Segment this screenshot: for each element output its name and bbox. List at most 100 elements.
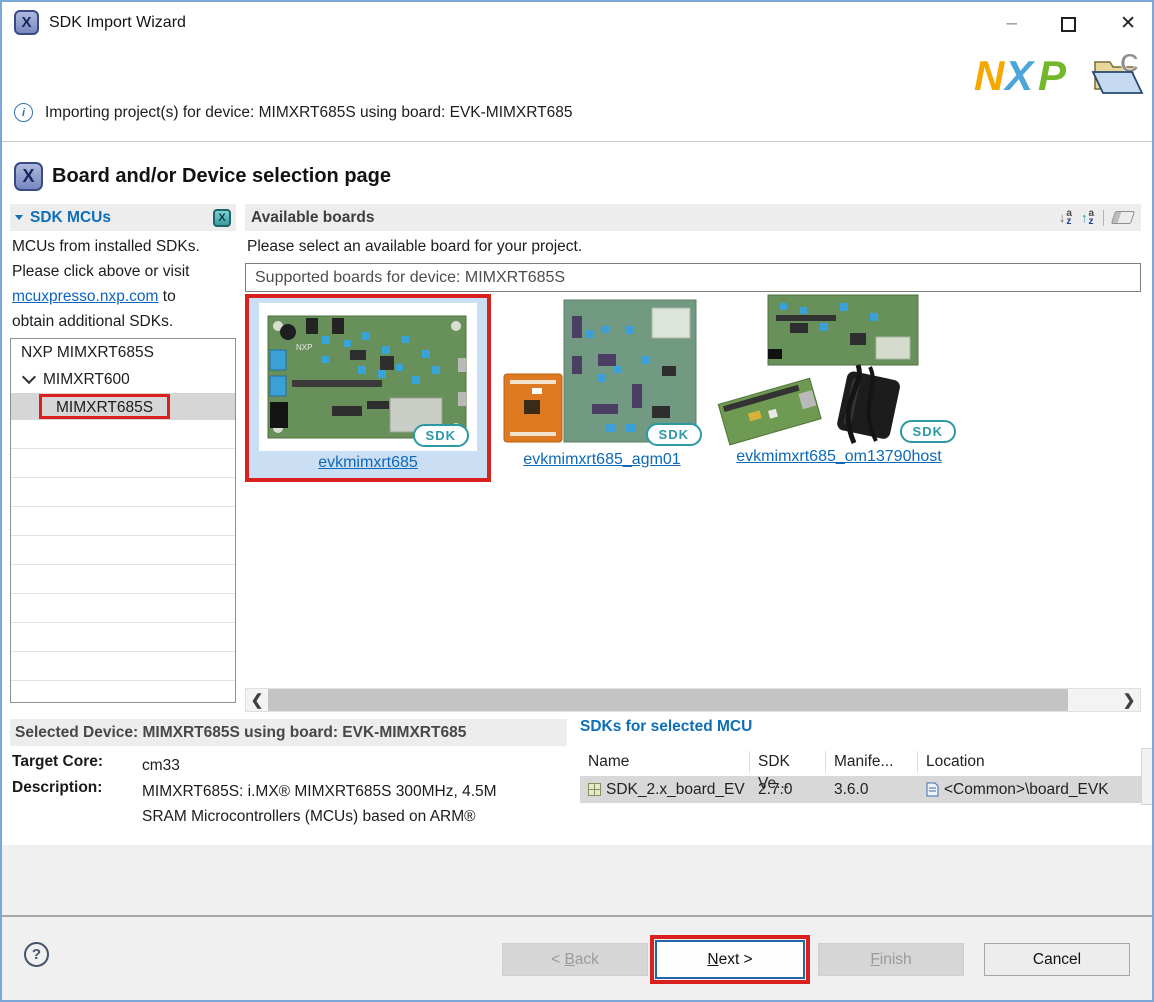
tree-empty-row — [11, 420, 235, 449]
mcuxpresso-link[interactable]: mcuxpresso.nxp.com — [12, 288, 158, 305]
page-title: Board and/or Device selection page — [52, 165, 391, 188]
tree-selected-label: MIMXRT685S — [56, 399, 153, 416]
board-link-evkmimxrt685-om13790host[interactable]: evkmimxrt685_om13790host — [736, 448, 941, 465]
sdk-location-text: <Common>\board_EVK — [944, 781, 1109, 799]
header-logos: N X P C — [974, 48, 1148, 98]
tree-empty-row — [11, 652, 235, 681]
sdk-badge: SDK — [413, 424, 469, 447]
sdk-version-cell: 2.7.0 — [750, 781, 826, 799]
scrollbar-thumb[interactable] — [268, 689, 1068, 711]
tree-empty-row — [11, 681, 235, 703]
back-button[interactable]: < Back — [502, 943, 648, 976]
nxp-letter-x: X — [1003, 52, 1036, 98]
tree-empty-row — [11, 478, 235, 507]
board-link-evkmimxrt685-agm01[interactable]: evkmimxrt685_agm01 — [523, 451, 680, 468]
desc-line-2: Please click above or visit — [12, 259, 238, 284]
tree-empty-row — [11, 449, 235, 478]
sdk-manifest-cell: 3.6.0 — [826, 781, 918, 799]
sdk-mcus-title: SDK MCUs — [30, 209, 111, 227]
target-core-label: Target Core: — [12, 753, 103, 771]
toolbar-divider — [1103, 210, 1104, 226]
boards-horizontal-scrollbar[interactable]: ❮ ❯ — [245, 688, 1141, 712]
description-line-2: SRAM Microcontrollers (MCUs) based on AR… — [142, 804, 572, 829]
mcuxpresso-page-icon: X — [14, 162, 43, 191]
tree-empty-row — [11, 623, 235, 652]
sdk-badge: SDK — [646, 423, 702, 446]
description-line-1: MIMXRT685S: i.MX® MIMXRT685S 300MHz, 4.5… — [142, 779, 572, 804]
info-text: Importing project(s) for device: MIMXRT6… — [45, 104, 573, 122]
window-controls: – ✕ — [1007, 10, 1137, 38]
sdk-table-scrollbar[interactable] — [1141, 748, 1153, 805]
tree-item-selected[interactable]: MIMXRT685S — [11, 393, 235, 420]
cancel-button[interactable]: Cancel — [984, 943, 1130, 976]
sdks-for-mcu-title: SDKs for selected MCU — [580, 718, 752, 736]
desc-line-1: MCUs from installed SDKs. — [12, 234, 238, 259]
sdk-mcus-description: MCUs from installed SDKs. Please click a… — [12, 234, 238, 334]
tree-item-group[interactable]: MIMXRT600 — [11, 366, 235, 393]
tree-empty-row — [11, 507, 235, 536]
board-filter-input[interactable]: Supported boards for device: MIMXRT685S — [245, 263, 1141, 292]
column-header-sdk-version[interactable]: SDK Ve... — [750, 751, 826, 773]
close-icon[interactable]: ✕ — [1120, 10, 1136, 38]
sdk-name-text: SDK_2.x_board_EV — [606, 781, 745, 799]
collapse-triangle-icon[interactable] — [15, 215, 23, 220]
sdk-package-icon — [588, 783, 601, 796]
page-heading: X Board and/or Device selection page — [14, 162, 391, 191]
desc-line-3: mcuxpresso.nxp.com to — [12, 284, 238, 309]
board-filter-text: Supported boards for device: MIMXRT685S — [255, 269, 565, 287]
header-divider — [2, 141, 1152, 142]
titlebar: X SDK Import Wizard — [14, 10, 186, 35]
available-boards-title: Available boards — [251, 209, 374, 227]
available-boards-header: Available boards ↓az ↑az — [245, 204, 1141, 231]
lower-spacer-band — [2, 845, 1152, 915]
location-file-icon — [926, 782, 939, 797]
selected-device-header: Selected Device: MIMXRT685S using board:… — [10, 719, 567, 746]
chevron-down-icon[interactable] — [22, 370, 36, 384]
sdk-mcus-header[interactable]: SDK MCUs X — [10, 204, 236, 231]
maximize-icon[interactable] — [1061, 17, 1076, 32]
board-link-evkmimxrt685[interactable]: evkmimxrt685 — [318, 454, 418, 471]
sdk-location-cell: <Common>\board_EVK — [918, 781, 1141, 799]
tree-root-label: NXP MIMXRT685S — [21, 344, 154, 362]
scroll-right-icon[interactable]: ❯ — [1118, 691, 1140, 709]
window-title: SDK Import Wizard — [49, 14, 186, 32]
scroll-left-icon[interactable]: ❮ — [246, 691, 268, 709]
next-button[interactable]: Next > — [655, 940, 805, 979]
nxp-logo: N X P — [974, 52, 1080, 98]
tree-item-root[interactable]: NXP MIMXRT685S — [11, 339, 235, 366]
tree-empty-row — [11, 536, 235, 565]
sdk-table-row[interactable]: SDK_2.x_board_EV 2.7.0 3.6.0 <Common>\bo… — [580, 776, 1141, 803]
desc-line-4: obtain additional SDKs. — [12, 309, 238, 334]
info-icon: i — [14, 103, 33, 122]
wizard-info-banner: i Importing project(s) for device: MIMXR… — [14, 103, 573, 122]
sdk-table-header: Name SDK Ve... Manife... Location — [580, 748, 1141, 776]
target-core-value: cm33 — [142, 753, 180, 778]
board-card-evkmimxrt685-om13790host[interactable]: SDK evkmimxrt685_om13790host — [708, 293, 970, 466]
toolbar: ↓az ↑az — [1059, 210, 1135, 226]
board-card-evkmimxrt685[interactable]: NXP SDK evkmimxrt685 — [245, 294, 491, 482]
mcu-tree: NXP MIMXRT685S MIMXRT600 MIMXRT685S — [10, 338, 236, 703]
minimize-icon[interactable]: – — [1007, 10, 1018, 38]
board-image-wrap: SDK — [708, 293, 970, 445]
description-value: MIMXRT685S: i.MX® MIMXRT685S 300MHz, 4.5… — [142, 779, 572, 829]
link-suffix: to — [158, 288, 175, 305]
nxp-letter-n: N — [974, 52, 1006, 98]
tree-empty-row — [11, 594, 235, 623]
column-header-manifest[interactable]: Manife... — [826, 751, 918, 773]
tree-group-label: MIMXRT600 — [43, 371, 130, 389]
tree-empty-row — [11, 565, 235, 594]
column-header-name[interactable]: Name — [580, 751, 750, 773]
sdk-table: Name SDK Ve... Manife... Location SDK_2.… — [580, 748, 1141, 803]
board-card-evkmimxrt685-agm01[interactable]: SDK evkmimxrt685_agm01 — [502, 296, 702, 469]
annotation-box-next: Next > — [650, 935, 810, 984]
clear-filter-icon[interactable] — [1111, 211, 1135, 224]
description-label: Description: — [12, 779, 102, 797]
board-image-wrap: NXP SDK — [259, 303, 477, 451]
column-header-location[interactable]: Location — [918, 751, 1141, 773]
board-image-wrap: SDK — [502, 296, 702, 448]
import-folder-icon: C — [1090, 48, 1148, 98]
sort-descending-icon[interactable]: ↓az — [1059, 210, 1072, 226]
help-icon[interactable]: ? — [24, 942, 49, 967]
sort-ascending-icon[interactable]: ↑az — [1081, 210, 1094, 226]
finish-button[interactable]: Finish — [818, 943, 964, 976]
